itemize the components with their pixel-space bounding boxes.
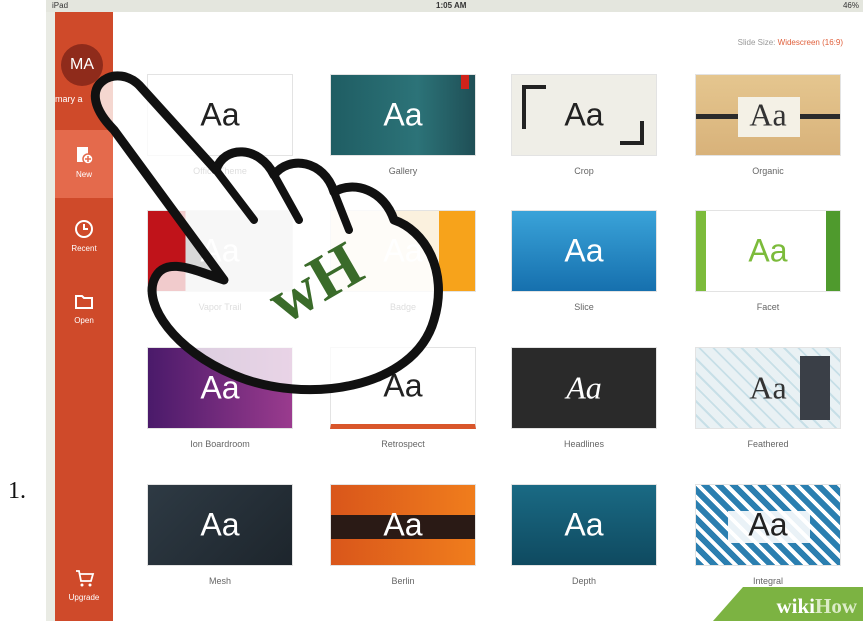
template-facet[interactable]: Aa Facet (695, 210, 841, 312)
sidebar: MA mary a New Recent Open Upgrade (55, 12, 113, 621)
template-thumbnail[interactable]: Aa (330, 74, 476, 156)
app-screen: MA mary a New Recent Open Upgrade Slide … (55, 12, 863, 621)
template-thumbnail[interactable]: Aa (147, 484, 293, 566)
sidebar-item-open[interactable]: Open (55, 284, 113, 340)
template-name: Feathered (747, 439, 789, 449)
sidebar-item-recent[interactable]: Recent (55, 212, 113, 268)
template-thumbnail[interactable]: Aa (330, 347, 476, 429)
template-integral[interactable]: Aa Integral (695, 484, 841, 586)
template-name: Badge (389, 302, 417, 312)
template-preview-text: Aa (200, 506, 240, 543)
template-thumbnail[interactable]: Aa (695, 74, 841, 156)
clock: 1:05 AM (436, 1, 467, 10)
template-preview-text: Aa (200, 369, 240, 406)
template-berlin[interactable]: Aa Berlin (330, 484, 476, 586)
template-feathered[interactable]: Aa Feathered (695, 347, 841, 449)
slide-size-value[interactable]: Widescreen (16:9) (778, 38, 843, 47)
template-thumbnail[interactable]: Aa (695, 347, 841, 429)
template-preview-text: Aa (749, 369, 787, 406)
clock-icon (75, 220, 93, 238)
template-name: Headlines (563, 439, 605, 449)
user-name: mary a (55, 94, 83, 104)
battery-level: 46% (842, 1, 859, 10)
template-preview-text: Aa (383, 506, 423, 543)
template-thumbnail[interactable]: Aa (330, 484, 476, 566)
template-thumbnail[interactable]: Aa (695, 484, 841, 566)
template-name: Integral (752, 576, 784, 586)
template-name: Depth (571, 576, 597, 586)
template-preview-text: Aa (566, 369, 602, 406)
sidebar-item-new[interactable]: New (55, 130, 113, 198)
template-preview-text: Aa (383, 367, 423, 404)
sidebar-item-label: New (75, 170, 92, 179)
template-thumbnail[interactable]: Aa (511, 74, 657, 156)
avatar[interactable]: MA (61, 44, 103, 86)
template-thumbnail[interactable]: Aa (511, 484, 657, 566)
template-preview-text: Aa (749, 96, 787, 133)
template-thumbnail[interactable]: Aa (147, 74, 293, 156)
cart-icon (76, 570, 95, 587)
template-depth[interactable]: Aa Depth (511, 484, 657, 586)
template-badge[interactable]: Aa Badge (330, 210, 476, 312)
template-gallery[interactable]: Aa Gallery (330, 74, 476, 176)
template-preview-text: Aa (564, 506, 604, 543)
template-name: Retrospect (381, 439, 425, 449)
template-name: Facet (756, 302, 780, 312)
template-ion-boardroom[interactable]: Aa Ion Boardroom (147, 347, 293, 449)
template-slice[interactable]: Aa Slice (511, 210, 657, 312)
template-name: Slice (574, 302, 594, 312)
template-preview-text: Aa (748, 506, 788, 543)
template-headlines[interactable]: Aa Headlines (511, 347, 657, 449)
sidebar-item-upgrade[interactable]: Upgrade (55, 567, 113, 617)
template-name: Berlin (391, 576, 415, 586)
template-preview-text: Aa (200, 96, 240, 133)
template-name: Ion Boardroom (190, 439, 250, 449)
template-preview-text: Aa (383, 232, 423, 269)
list-number: 1. (8, 478, 26, 504)
template-thumbnail[interactable]: Aa (511, 347, 657, 429)
template-name: Office Theme (193, 166, 247, 176)
template-preview-text: Aa (200, 232, 240, 269)
template-mesh[interactable]: Aa Mesh (147, 484, 293, 586)
sidebar-item-label: Upgrade (68, 593, 100, 602)
template-name: Gallery (388, 166, 418, 176)
template-thumbnail[interactable]: Aa (511, 210, 657, 292)
template-thumbnail[interactable]: Aa (695, 210, 841, 292)
template-preview-text: Aa (564, 232, 604, 269)
template-thumbnail[interactable]: Aa (330, 210, 476, 292)
template-name: Crop (574, 166, 594, 176)
slide-size-selector[interactable]: Slide Size: Widescreen (16:9) (738, 38, 843, 47)
template-name: Organic (752, 166, 784, 176)
sidebar-item-label: Recent (71, 244, 97, 253)
template-organic[interactable]: Aa Organic (695, 74, 841, 176)
template-name: Vapor Trail (198, 302, 242, 312)
template-preview-text: Aa (564, 96, 604, 133)
template-crop[interactable]: Aa Crop (511, 74, 657, 176)
template-preview-text: Aa (748, 232, 788, 269)
device-name: iPad (52, 1, 69, 10)
template-thumbnail[interactable]: Aa (147, 210, 293, 292)
folder-icon (75, 295, 93, 309)
slide-size-label: Slide Size: (737, 38, 776, 47)
sidebar-item-label: Open (74, 316, 94, 325)
template-vapor-trail[interactable]: Aa Vapor Trail (147, 210, 293, 312)
status-bar: iPad 1:05 AM 46% (46, 0, 863, 12)
template-retrospect[interactable]: Aa Retrospect (330, 347, 476, 449)
new-document-icon (77, 147, 94, 165)
template-name: Mesh (208, 576, 231, 586)
template-office-theme[interactable]: Aa Office Theme (147, 74, 293, 176)
template-preview-text: Aa (383, 96, 423, 133)
template-thumbnail[interactable]: Aa (147, 347, 293, 429)
